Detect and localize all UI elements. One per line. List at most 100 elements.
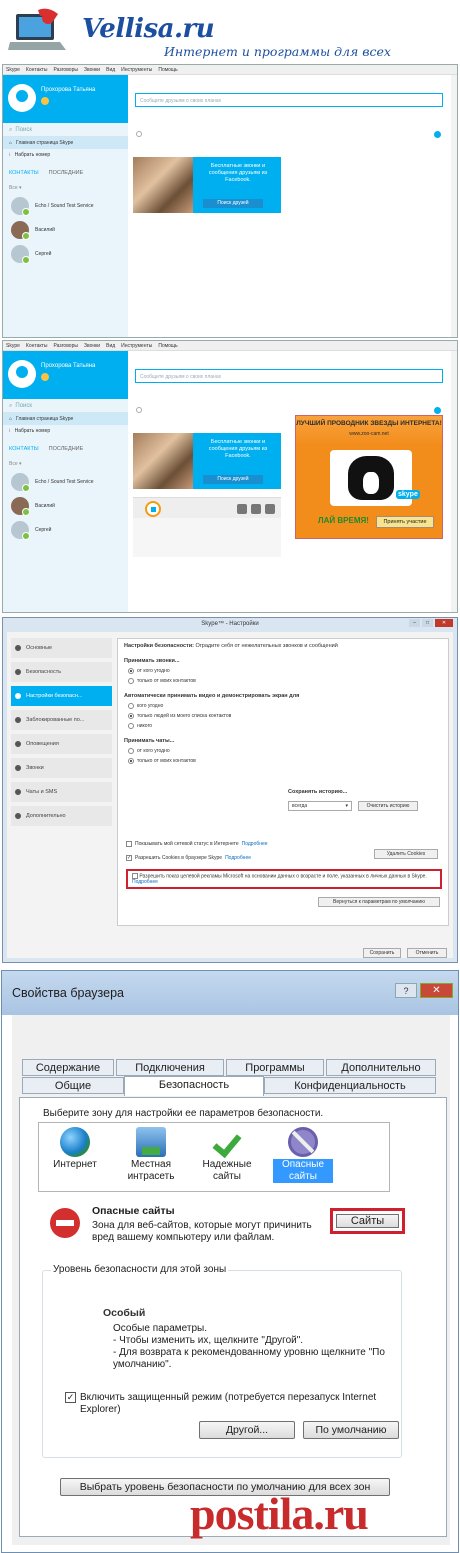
nav-chats[interactable]: Чаты и SMS — [11, 782, 112, 802]
list-item[interactable]: Василий — [3, 494, 128, 518]
add-icon[interactable] — [434, 131, 441, 138]
status-icon[interactable] — [41, 97, 49, 105]
info-icon — [15, 741, 21, 747]
nav-security[interactable]: Безопасность — [11, 662, 112, 682]
tab-recent[interactable]: ПОСЛЕДНИЕ — [49, 170, 84, 176]
list-item[interactable]: Echo / Sound Test Service — [3, 194, 128, 218]
more-link[interactable]: Подробнее — [242, 841, 268, 847]
cancel-button[interactable]: Отменить — [407, 948, 447, 958]
checkbox-cookies[interactable]: ✓ Разрешить Cookies в браузере Skype Подр… — [126, 855, 251, 861]
dialpad-icon: ⁝ — [9, 428, 11, 434]
tab-connections[interactable]: Подключения — [116, 1059, 224, 1076]
list-item[interactable]: Echo / Sound Test Service — [3, 470, 128, 494]
menu-item[interactable]: Разговоры — [54, 343, 78, 349]
tab-content[interactable]: Содержание — [22, 1059, 114, 1076]
list-item[interactable]: Василий — [3, 218, 128, 242]
radio-video-contacts[interactable]: только людей из моего списка контактов — [128, 713, 442, 719]
delete-cookies-button[interactable]: Удалить Cookies — [374, 849, 438, 859]
sidebar-item-home[interactable]: ⌂ Главная страница Skype — [3, 413, 128, 425]
avatar — [11, 221, 30, 240]
tab-general[interactable]: Общие — [22, 1077, 124, 1094]
add-icon[interactable] — [434, 407, 441, 414]
scrollbar[interactable] — [451, 75, 457, 337]
protected-mode-checkbox[interactable]: ✓ Включить защищенный режим (потребуется… — [65, 1392, 385, 1416]
zone-trusted[interactable]: Надежные сайты — [197, 1127, 257, 1183]
menu-item[interactable]: Звонки — [84, 67, 100, 73]
sidebar-item-home[interactable]: ⌂ Главная страница Skype — [3, 137, 128, 149]
checkbox-label: Показывать мой сетевой статус в Интернет… — [135, 841, 239, 847]
nav-notifications[interactable]: Оповещения — [11, 734, 112, 754]
filter-dropdown[interactable]: Все ▾ — [3, 179, 128, 194]
find-friends-button[interactable]: Поиск друзей — [203, 475, 263, 484]
menu-item[interactable]: Контакты — [26, 343, 48, 349]
zone-intranet[interactable]: Местная интрасеть — [121, 1127, 181, 1183]
maximize-icon[interactable]: □ — [422, 619, 433, 627]
minimize-icon[interactable]: – — [409, 619, 420, 627]
nav-advanced[interactable]: Дополнительно — [11, 806, 112, 826]
list-item[interactable]: Сергей — [3, 518, 128, 542]
search-input[interactable]: ⌕ Поиск — [3, 123, 128, 137]
tab-security[interactable]: Безопасность — [124, 1076, 264, 1096]
tab-advanced[interactable]: Дополнительно — [326, 1059, 436, 1076]
participate-button[interactable]: Принять участие — [376, 516, 434, 528]
menu-item[interactable]: Звонки — [84, 343, 100, 349]
menu-item[interactable]: Помощь — [158, 67, 177, 73]
tab-contacts[interactable]: КОНТАКТЫ — [9, 446, 39, 452]
menu-item[interactable]: Инструменты — [121, 67, 152, 73]
advertisement-banner[interactable]: ЛУЧШИЙ ПРОВОДНИК ЗВЕЗДЫ ИНТЕРНЕТА! www.z… — [295, 415, 443, 539]
tab-contacts[interactable]: КОНТАКТЫ — [9, 170, 39, 176]
checkbox-online-status[interactable]: Показывать мой сетевой статус в Интернет… — [126, 841, 268, 847]
avatar[interactable] — [8, 360, 36, 388]
sidebar-item-dial[interactable]: ⁝ Набрать номер — [3, 425, 128, 437]
status-icon[interactable] — [41, 373, 49, 381]
save-button[interactable]: Сохранить — [363, 948, 401, 958]
clear-history-button[interactable]: Очистить историю — [358, 801, 418, 811]
default-button[interactable]: По умолчанию — [303, 1421, 399, 1439]
tab-recent[interactable]: ПОСЛЕДНИЕ — [49, 446, 84, 452]
close-icon[interactable]: ✕ — [420, 983, 453, 998]
sidebar-item-dial[interactable]: ⁝ Набрать номер — [3, 149, 128, 161]
more-link[interactable]: Подробнее — [225, 855, 251, 861]
nav-blocked[interactable]: Заблокированные по... — [11, 710, 112, 730]
zone-internet[interactable]: Интернет — [45, 1127, 105, 1171]
nav-calls[interactable]: Звонки — [11, 758, 112, 778]
help-icon[interactable]: ? — [395, 983, 417, 998]
list-item[interactable]: Сергей — [3, 242, 128, 266]
filter-dropdown[interactable]: Все ▾ — [3, 455, 128, 470]
nav-security-settings[interactable]: Настройки безопасн... — [11, 686, 112, 706]
menu-item[interactable]: Разговоры — [54, 67, 78, 73]
restore-defaults-button[interactable]: Вернуться к параметрам по умолчанию — [318, 897, 440, 907]
profile-card[interactable]: Прохорова Татьяна — [3, 75, 128, 123]
find-friends-button[interactable]: Поиск друзей — [203, 199, 263, 208]
menu-item[interactable]: Помощь — [158, 343, 177, 349]
sites-button[interactable]: Сайты — [336, 1214, 399, 1228]
search-input[interactable]: ⌕ Поиск — [3, 399, 128, 413]
menu-item[interactable]: Skype — [6, 343, 20, 349]
nav-general[interactable]: Основные — [11, 638, 112, 658]
scrollbar[interactable] — [451, 351, 457, 612]
radio-chats-contacts[interactable]: только от моих контактов — [128, 758, 442, 764]
site-title[interactable]: Vellisa.ru — [82, 14, 215, 44]
radio-chats-anyone[interactable]: от кого угодно — [128, 748, 442, 754]
other-button[interactable]: Другой... — [199, 1421, 295, 1439]
radio-video-nobody[interactable]: никого — [128, 723, 442, 729]
menu-item[interactable]: Skype — [6, 67, 20, 73]
avatar[interactable] — [8, 84, 36, 112]
mood-input[interactable]: Сообщите друзьям о своих планах — [135, 369, 443, 383]
menu-item[interactable]: Контакты — [26, 67, 48, 73]
history-select[interactable]: всегда ▾ — [288, 801, 352, 811]
tab-privacy[interactable]: Конфиденциальность — [264, 1077, 436, 1094]
menu-item[interactable]: Инструменты — [121, 343, 152, 349]
mood-input[interactable]: Сообщите друзьям о своих планах — [135, 93, 443, 107]
radio-calls-anyone[interactable]: от кого угодно — [128, 668, 442, 674]
zone-restricted[interactable]: Опасные сайты — [273, 1127, 333, 1183]
profile-card[interactable]: Прохорова Татьяна — [3, 351, 128, 399]
ads-highlight[interactable]: Разрешить показ целевой рекламы Microsof… — [126, 869, 442, 889]
menu-item[interactable]: Вид — [106, 343, 115, 349]
radio-calls-contacts[interactable]: только от моих контактов — [128, 678, 442, 684]
menu-item[interactable]: Вид — [106, 67, 115, 73]
tab-programs[interactable]: Программы — [226, 1059, 324, 1076]
radio-video-anyone[interactable]: кого угодно — [128, 703, 442, 709]
close-icon[interactable]: ✕ — [435, 619, 453, 627]
more-link[interactable]: Подробнее — [132, 879, 158, 885]
